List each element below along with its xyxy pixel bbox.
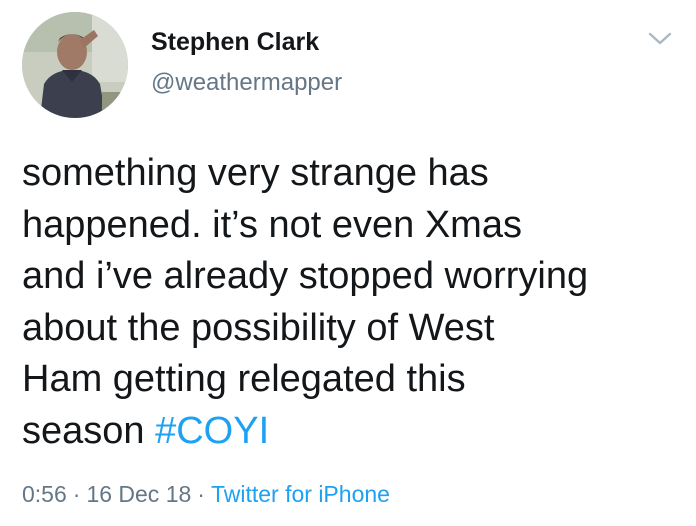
tweet-source-link[interactable]: Twitter for iPhone — [211, 481, 390, 507]
meta-separator: · — [72, 481, 81, 507]
tweet-date: 16 Dec 18 — [86, 481, 192, 507]
tweet-text-last-line: season #COYI — [22, 406, 682, 458]
meta-separator: · — [197, 481, 205, 507]
tweet-meta: 0:56 · 16 Dec 18 · Twitter for iPhone — [22, 481, 390, 508]
tweet-text: something very strange has happened. it’… — [22, 148, 682, 457]
tweet-text-line: something very strange has — [22, 152, 489, 194]
hashtag-link[interactable]: #COYI — [155, 410, 269, 452]
tweet-text-segment: season — [22, 409, 156, 452]
avatar[interactable] — [22, 12, 128, 118]
tweet-text-line: and i’ve already stopped worrying — [22, 255, 589, 297]
author-handle[interactable]: @weathermapper — [151, 69, 342, 97]
tweet-card: Stephen Clark @weathermapper something v… — [0, 0, 696, 526]
chevron-down-icon[interactable] — [648, 28, 672, 48]
tweet-text-line: happened. it’s not even Xmas — [22, 203, 522, 246]
avatar-photo — [22, 12, 128, 118]
author-name[interactable]: Stephen Clark — [151, 28, 319, 57]
tweet-text-line: Ham getting relegated this — [22, 358, 466, 400]
tweet-text-line: about the possibility of West — [22, 306, 495, 349]
tweet-time: 0:56 — [22, 481, 67, 507]
